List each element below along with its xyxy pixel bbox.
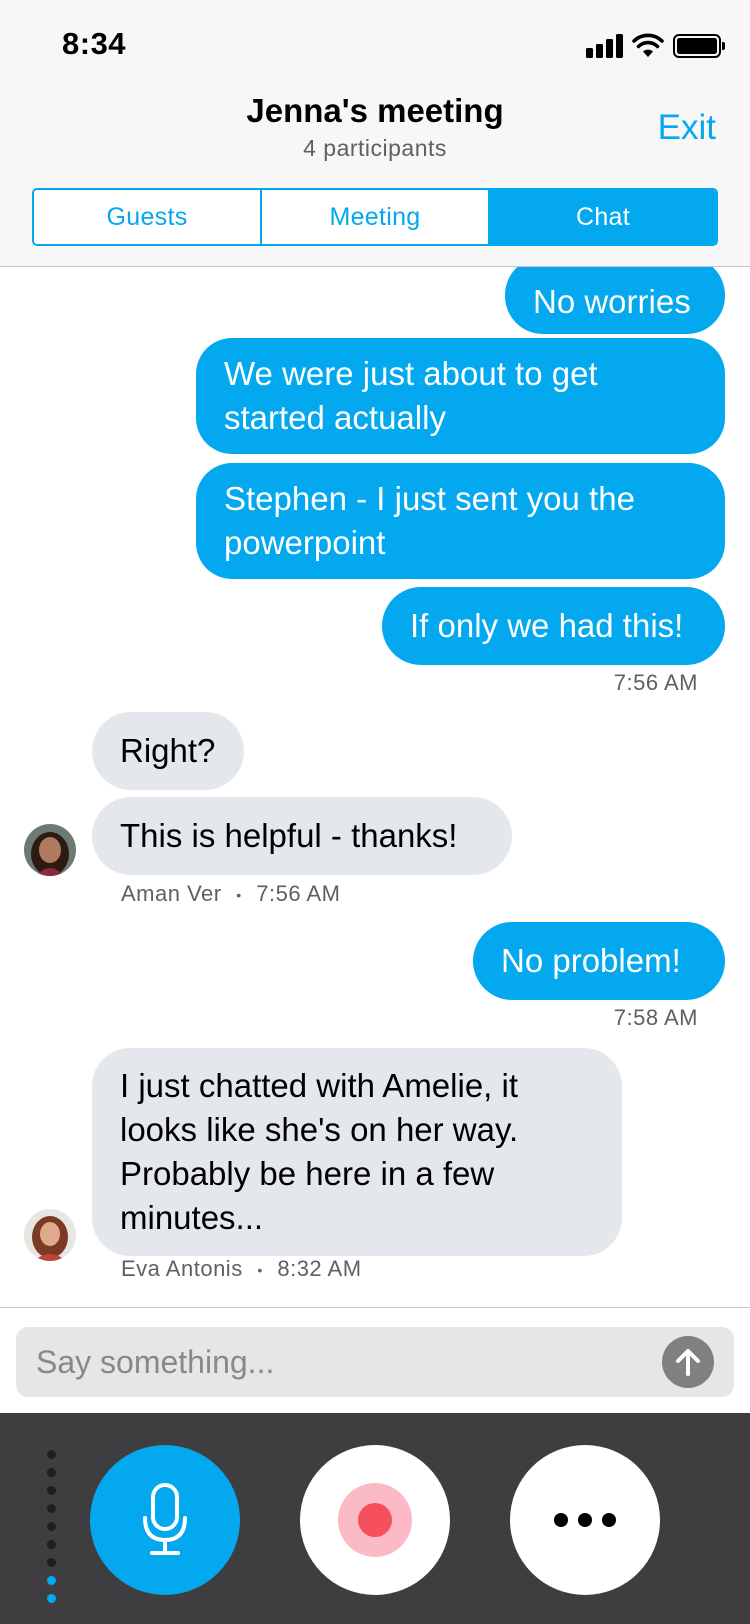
wifi-icon	[632, 33, 664, 57]
signal-icon	[586, 34, 624, 58]
message-line: powerpoint	[224, 524, 386, 561]
more-options-button[interactable]	[510, 1445, 660, 1595]
message-bubble-incoming: This is helpful - thanks!	[92, 797, 512, 875]
message-time: 8:32 AM	[277, 1256, 362, 1281]
segmented-tabs: Guests Meeting Chat	[32, 188, 718, 246]
more-icon	[554, 1513, 616, 1527]
message-text: If only we had this!	[410, 607, 684, 644]
message-line: minutes...	[120, 1199, 264, 1236]
message-line: We were just about to get	[224, 355, 598, 392]
send-arrow-icon	[676, 1349, 700, 1376]
message-line: I just chatted with Amelie, it	[120, 1067, 519, 1104]
audio-level-indicator	[45, 1450, 57, 1608]
chat-transcript[interactable]: No worries We were just about to get sta…	[0, 267, 750, 1307]
participant-count: 4 participants	[303, 135, 447, 161]
message-time: 7:56 AM	[256, 881, 341, 906]
message-input[interactable]: Say something...	[16, 1327, 734, 1397]
battery-icon	[673, 34, 725, 58]
message-line: looks like she's on her way.	[120, 1111, 519, 1148]
sender-name: Aman Ver	[121, 881, 222, 906]
message-bubble-incoming: Right?	[92, 712, 244, 790]
message-bubble-outgoing: No worries	[505, 267, 725, 334]
message-bubble-outgoing: We were just about to get started actual…	[196, 338, 725, 454]
send-button[interactable]	[662, 1336, 714, 1388]
call-controls	[0, 1413, 750, 1624]
tab-chat[interactable]: Chat	[490, 190, 716, 244]
header: 8:34 Jenna's meeting 4 participants Exit…	[0, 0, 750, 267]
message-bubble-outgoing: No problem!	[473, 922, 725, 1000]
message-line: started actually	[224, 399, 446, 436]
tab-meeting[interactable]: Meeting	[262, 190, 490, 244]
message-line: Probably be here in a few	[120, 1155, 495, 1192]
message-meta: Eva Antonis • 8:32 AM	[121, 1256, 362, 1282]
message-input-placeholder: Say something...	[36, 1344, 275, 1380]
sender-name: Eva Antonis	[121, 1256, 243, 1281]
message-text: No worries	[533, 283, 691, 320]
meta-separator: •	[236, 887, 242, 904]
status-time: 8:34	[62, 26, 127, 61]
microphone-icon	[143, 1483, 187, 1555]
message-bubble-outgoing: Stephen - I just sent you the powerpoint	[196, 463, 725, 579]
message-composer: Say something...	[0, 1307, 750, 1413]
message-timestamp: 7:58 AM	[613, 1005, 698, 1030]
meeting-title: Jenna's meeting	[246, 92, 504, 129]
exit-button[interactable]: Exit	[658, 108, 716, 148]
message-text: No problem!	[501, 942, 681, 979]
tab-guests[interactable]: Guests	[34, 190, 262, 244]
message-text: This is helpful - thanks!	[120, 817, 458, 854]
meta-separator: •	[257, 1262, 263, 1279]
message-text: Right?	[120, 732, 216, 769]
avatar[interactable]	[24, 824, 76, 876]
avatar[interactable]	[24, 1209, 76, 1261]
message-bubble-outgoing: If only we had this!	[382, 587, 725, 665]
message-line: Stephen - I just sent you the	[224, 480, 635, 517]
message-timestamp: 7:56 AM	[613, 670, 698, 695]
record-button[interactable]	[300, 1445, 450, 1595]
record-dot	[358, 1503, 392, 1537]
message-bubble-incoming: I just chatted with Amelie, it looks lik…	[92, 1048, 622, 1256]
message-meta: Aman Ver • 7:56 AM	[121, 881, 340, 907]
microphone-button[interactable]	[90, 1445, 240, 1595]
